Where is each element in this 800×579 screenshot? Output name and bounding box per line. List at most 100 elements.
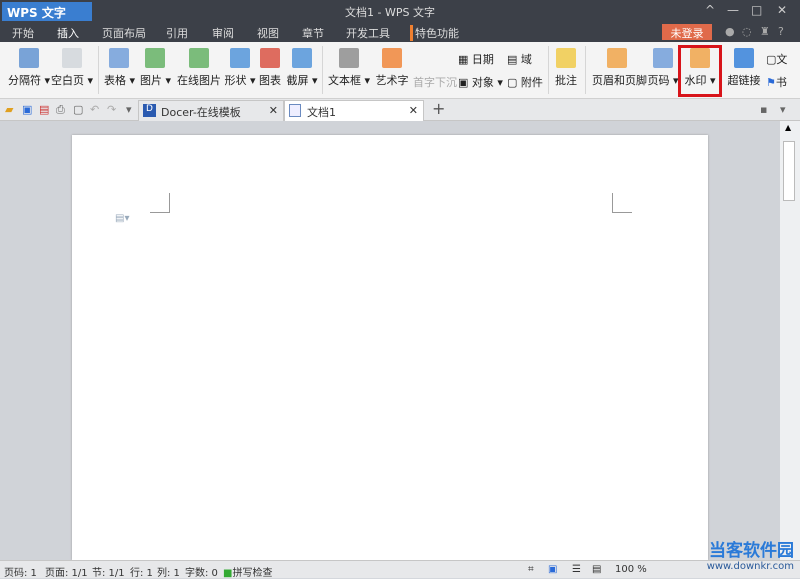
page-number-icon xyxy=(653,48,673,68)
separator-label: 分隔符 ▾ xyxy=(7,74,51,87)
table-button[interactable]: 表格 ▾ xyxy=(104,44,136,88)
screenshot-button[interactable]: 截屏 ▾ xyxy=(284,44,320,88)
redo-icon[interactable]: ↷ xyxy=(107,103,116,116)
title-bar: WPS 文字 文档1 - WPS 文字 ^ — □ ✕ xyxy=(0,0,800,22)
tab-developer[interactable]: 开发工具 xyxy=(346,25,390,41)
table-label: 表格 ▾ xyxy=(104,74,136,87)
separator-button[interactable]: 分隔符 ▾ xyxy=(4,44,54,88)
web-view-icon[interactable]: ▤ xyxy=(592,564,601,575)
tab-review[interactable]: 审阅 xyxy=(212,25,234,41)
online-picture-label: 在线图片 xyxy=(177,74,221,87)
textbox-label: 文本框 ▾ xyxy=(328,74,371,87)
hyperlink-label: 超链接 xyxy=(727,74,761,87)
spell-check-label: 拼写检查 xyxy=(232,568,273,579)
field-button[interactable]: ▤ 域 xyxy=(507,51,532,67)
status-page: 页码: 1 xyxy=(4,568,37,579)
print-icon[interactable]: ⎙ xyxy=(56,103,65,117)
picture-button[interactable]: 图片 ▾ xyxy=(140,44,172,88)
divider xyxy=(585,46,586,94)
page-number-label: 页码 ▾ xyxy=(647,74,679,87)
status-column: 列: 1 xyxy=(157,568,180,579)
close-tab-icon[interactable]: ✕ xyxy=(409,104,418,117)
bookmark-button[interactable]: ⚑书 xyxy=(766,74,787,90)
tab-document1[interactable]: 文档1 ✕ xyxy=(284,100,424,121)
close-tab-icon[interactable]: ✕ xyxy=(269,104,278,117)
online-picture-button[interactable]: 在线图片 xyxy=(176,44,222,88)
date-label: 日期 xyxy=(471,53,494,66)
tab-features[interactable]: 特色功能 xyxy=(410,25,459,41)
skin-icon[interactable]: ● xyxy=(725,25,735,38)
help-button[interactable]: ? xyxy=(778,25,784,38)
document-icon xyxy=(289,104,301,117)
status-section: 节: 1/1 xyxy=(92,568,125,579)
paste-options-icon[interactable]: ▤▾ xyxy=(115,213,129,224)
scroll-up-icon[interactable]: ▲ xyxy=(785,123,791,132)
print-preview-icon[interactable]: ▢ xyxy=(73,103,83,116)
drop-cap-button[interactable]: 首字下沉 xyxy=(413,74,457,90)
object-button[interactable]: ▣ 对象 ▾ xyxy=(458,74,503,90)
vertical-scrollbar[interactable]: ▲ xyxy=(780,121,800,560)
tab-start[interactable]: 开始 xyxy=(12,25,34,41)
date-button[interactable]: ▦ 日期 xyxy=(458,51,494,67)
chart-button[interactable]: 图表 xyxy=(256,44,284,88)
login-button[interactable]: 未登录 xyxy=(662,24,712,40)
outline-view-icon[interactable]: ☰ xyxy=(572,564,581,575)
comment-label: 批注 xyxy=(555,74,577,87)
undo-icon[interactable]: ↶ xyxy=(90,103,99,116)
attachment-button[interactable]: ▢ 附件 xyxy=(507,74,543,90)
divider xyxy=(548,46,549,94)
watermark-url: www.downkr.com xyxy=(706,561,794,572)
open-icon[interactable]: ▰ xyxy=(5,103,13,116)
status-word-count[interactable]: 字数: 0 xyxy=(185,564,218,579)
sync-icon[interactable]: ◌ xyxy=(742,25,752,38)
tab-docer-templates[interactable]: D Docer-在线模板 ✕ xyxy=(138,100,284,121)
scrollbar-thumb[interactable] xyxy=(783,141,795,201)
document-tab-bar: ▰ ▣ ▤ ⎙ ▢ ↶ ↷ ▾ D Docer-在线模板 ✕ 文档1 ✕ + ▪… xyxy=(0,99,800,121)
wordart-button[interactable]: 艺术字 xyxy=(374,44,410,88)
new-tab-button[interactable]: + xyxy=(432,99,445,118)
page-view-icon[interactable]: ▣ xyxy=(548,564,557,575)
tab-menu-icon[interactable]: ▾ xyxy=(780,103,786,116)
shape-button[interactable]: 形状 ▾ xyxy=(222,44,258,88)
header-footer-button[interactable]: 页眉和页脚 xyxy=(592,44,647,88)
quick-access-dropdown-icon[interactable]: ▾ xyxy=(126,103,132,116)
site-watermark-logo: 当客软件园 www.downkr.com xyxy=(707,536,794,572)
page-number-button[interactable]: 页码 ▾ xyxy=(646,44,680,88)
tab-references[interactable]: 引用 xyxy=(166,25,188,41)
maximize-button[interactable]: □ xyxy=(751,3,762,17)
shape-icon xyxy=(230,48,250,68)
picture-icon xyxy=(145,48,165,68)
margin-marker xyxy=(612,193,632,213)
close-button[interactable]: ✕ xyxy=(777,3,787,17)
attachment-label: 附件 xyxy=(520,76,543,89)
document-page[interactable]: ▤▾ xyxy=(72,135,708,560)
shirt-icon[interactable]: ♜ xyxy=(760,25,770,38)
separator-icon xyxy=(19,48,39,68)
tab-label: 文档1 xyxy=(307,106,336,119)
textbox-button[interactable]: 文本框 ▾ xyxy=(328,44,370,88)
blank-page-icon xyxy=(62,48,82,68)
chart-label: 图表 xyxy=(259,74,281,87)
export-pdf-icon[interactable]: ▤ xyxy=(39,103,49,116)
tab-view[interactable]: 视图 xyxy=(257,25,279,41)
screenshot-icon xyxy=(292,48,312,68)
collapse-ribbon-button[interactable]: ^ xyxy=(705,3,715,17)
fullscreen-view-icon[interactable]: ⌗ xyxy=(528,564,534,575)
minimize-button[interactable]: — xyxy=(727,3,739,17)
tab-list-icon[interactable]: ▪ xyxy=(760,103,767,116)
tab-page-layout[interactable]: 页面布局 xyxy=(102,25,146,41)
save-icon[interactable]: ▣ xyxy=(22,103,32,116)
hyperlink-button[interactable]: 超链接 xyxy=(726,44,762,88)
online-picture-icon xyxy=(189,48,209,68)
wordart-icon xyxy=(382,48,402,68)
app-menu-button[interactable]: WPS 文字 xyxy=(2,2,92,21)
comment-button[interactable]: 批注 xyxy=(550,44,582,88)
tab-chapter[interactable]: 章节 xyxy=(302,25,324,41)
zoom-level[interactable]: 100 % xyxy=(615,564,647,575)
picture-label: 图片 ▾ xyxy=(140,74,172,87)
status-bar: 页码: 1 页面: 1/1 节: 1/1 行: 1 列: 1 字数: 0 ■拼写… xyxy=(0,560,800,579)
spell-check-toggle[interactable]: ■拼写检查 xyxy=(223,564,272,579)
blank-page-button[interactable]: 空白页 ▾ xyxy=(50,44,94,88)
cross-ref-button[interactable]: ▢文 xyxy=(766,51,787,67)
object-label: 对象 ▾ xyxy=(471,76,503,89)
